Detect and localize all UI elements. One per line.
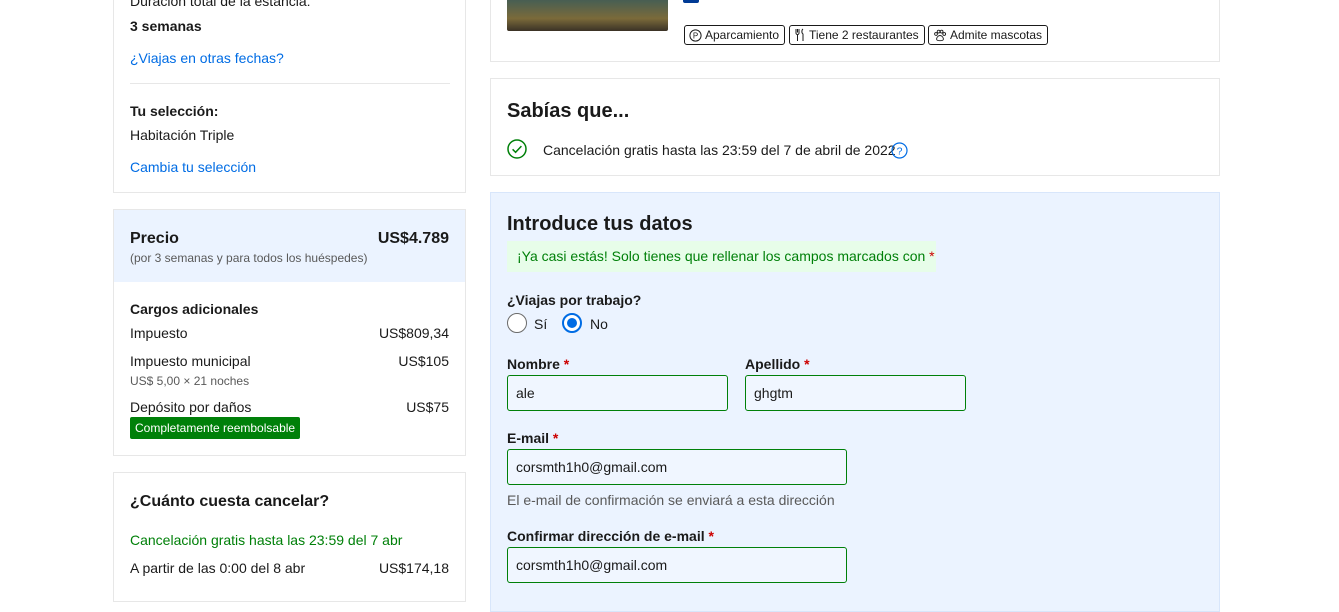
last-name-label-text: Apellido <box>745 356 801 372</box>
cancel-cost-title: ¿Cuánto cuesta cancelar? <box>130 493 330 510</box>
email-label: E-mail * <box>507 430 558 446</box>
required-mark: * <box>804 356 810 372</box>
form-title: Introduce tus datos <box>507 213 693 235</box>
business-no-label[interactable]: No <box>590 316 608 332</box>
damage-deposit-label: Depósito por daños <box>130 399 252 415</box>
hotel-photo[interactable] <box>507 0 668 31</box>
first-name-input[interactable]: ale <box>507 375 728 411</box>
required-mark: * <box>929 248 935 264</box>
facility-label: Aparcamiento <box>705 28 780 42</box>
required-mark: * <box>708 528 714 544</box>
cancel-from-label: A partir de las 0:00 del 8 abr <box>130 560 306 576</box>
damage-deposit-amount: US$75 <box>406 399 449 415</box>
check-circle-icon <box>507 139 527 159</box>
first-name-label: Nombre * <box>507 356 569 372</box>
email-hint: El e-mail de confirmación se enviará a e… <box>507 492 835 508</box>
change-selection-link[interactable]: Cambia tu selección <box>130 159 256 175</box>
rating-badge <box>683 0 699 3</box>
notice-text: ¡Ya casi estás! Solo tienes que rellenar… <box>517 248 926 264</box>
stay-summary-card: Duración total de la estancia: 3 semanas… <box>113 0 466 193</box>
last-name-label: Apellido * <box>745 356 810 372</box>
fork-knife-icon <box>795 28 804 41</box>
price-breakdown-card: Precio US$4.789 (por 3 semanas y para to… <box>113 209 466 456</box>
refundable-badge: Completamente reembolsable <box>130 417 301 439</box>
cancel-from-amount: US$174,18 <box>378 560 449 576</box>
confirm-email-label-text: Confirmar dirección de e-mail <box>507 528 705 544</box>
email-label-text: E-mail <box>507 430 550 446</box>
facility-parking: P Aparcamiento <box>684 25 786 45</box>
email-input[interactable]: corsmth1h0@gmail.com <box>507 449 847 485</box>
facility-pets: Admite mascotas <box>928 25 1049 45</box>
tax-label: Impuesto <box>130 325 188 341</box>
svg-text:P: P <box>693 31 698 40</box>
business-yes-label[interactable]: Sí <box>534 316 547 332</box>
question-circle-icon[interactable]: ? <box>891 142 908 159</box>
price-title: Precio <box>130 230 179 247</box>
facility-label: Tiene 2 restaurantes <box>809 28 919 42</box>
first-name-label-text: Nombre <box>507 356 560 372</box>
did-you-know-title: Sabías que... <box>507 100 630 122</box>
facility-label: Admite mascotas <box>950 28 1043 42</box>
business-yes-radio[interactable] <box>507 313 527 333</box>
confirm-email-input[interactable]: corsmth1h0@gmail.com <box>507 547 847 583</box>
confirm-email-label: Confirmar dirección de e-mail * <box>507 528 714 544</box>
parking-icon: P <box>689 28 702 42</box>
did-you-know-card: Sabías que... Cancelación gratis hasta l… <box>490 78 1220 176</box>
other-dates-link[interactable]: ¿Viajas en otras fechas? <box>130 50 284 66</box>
last-name-input[interactable]: ghgtm <box>745 375 966 411</box>
guest-details-form: Introduce tus datos ¡Ya casi estás! Solo… <box>490 192 1220 612</box>
free-cancellation-note: Cancelación gratis hasta las 23:59 del 7… <box>543 142 896 158</box>
city-tax-label: Impuesto municipal <box>130 353 251 369</box>
duration-label: Duración total de la estancia: <box>130 0 311 9</box>
required-fields-notice: ¡Ya casi estás! Solo tienes que rellenar… <box>507 241 936 272</box>
extra-charges-title: Cargos adicionales <box>130 301 259 317</box>
price-total: US$4.789 <box>377 230 449 247</box>
city-tax-detail: US$ 5,00 × 21 noches <box>130 374 250 388</box>
paw-icon <box>934 29 947 41</box>
business-no-radio[interactable] <box>562 313 582 333</box>
duration-value: 3 semanas <box>130 18 202 34</box>
tax-amount: US$809,34 <box>378 325 449 341</box>
hotel-card: P Aparcamiento Tiene 2 restaurantes Admi… <box>490 0 1220 62</box>
business-travel-question: ¿Viajas por trabajo? <box>507 292 642 308</box>
required-mark: * <box>563 356 570 372</box>
svg-text:?: ? <box>897 145 903 157</box>
free-cancel-until: Cancelación gratis hasta las 23:59 del 7… <box>130 532 403 548</box>
divider <box>130 83 450 84</box>
facility-restaurants: Tiene 2 restaurantes <box>789 25 925 45</box>
selection-label: Tu selección: <box>130 103 219 119</box>
price-subtitle: (por 3 semanas y para todos los huéspede… <box>130 251 368 265</box>
city-tax-amount: US$105 <box>398 353 449 369</box>
selection-value: Habitación Triple <box>130 127 235 143</box>
required-mark: * <box>552 430 559 446</box>
